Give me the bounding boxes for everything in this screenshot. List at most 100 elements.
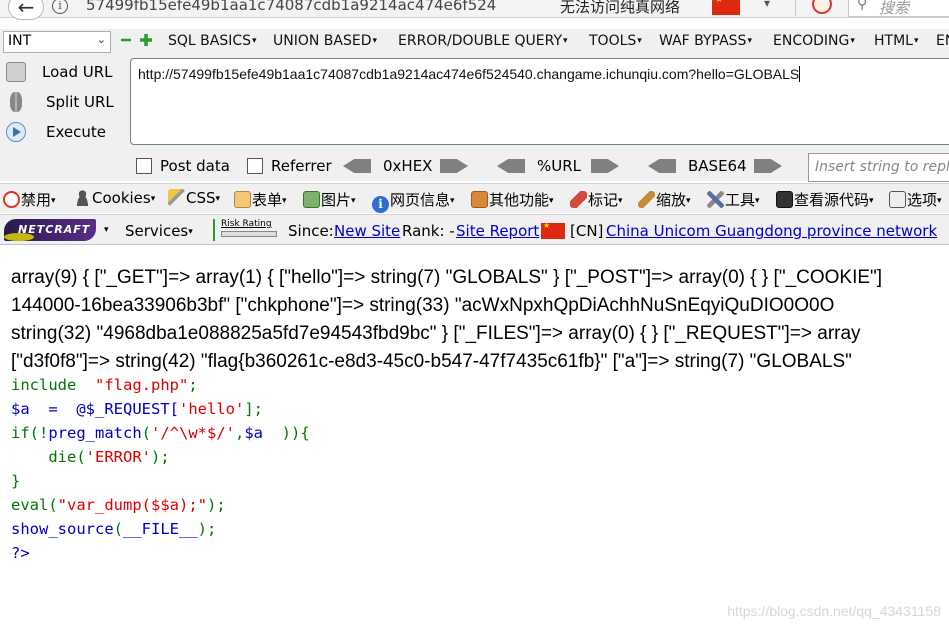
hex-label: 0xHEX (383, 157, 433, 175)
output-line: 144000-16bea33906b3bf" ["chkphone"]=> st… (11, 295, 835, 316)
network-link[interactable]: China Unicom Guangdong province network (606, 222, 937, 240)
code-line: if(!preg_match('/^\w*$/',$a )){ (11, 424, 310, 442)
url-label: %URL (537, 157, 582, 175)
hackbar-options: Post data Referrer 0xHEX %URL BASE64 Ins… (0, 152, 949, 182)
menu-sql-basics[interactable]: SQL BASICS▾ (168, 33, 257, 49)
toolbar-images[interactable]: 图片▾ (303, 189, 356, 210)
toolbar-options[interactable]: 选项▾ (889, 189, 942, 210)
execute-button[interactable]: Execute (4, 119, 124, 145)
resize-icon (638, 191, 655, 208)
since-link[interactable]: New Site (334, 222, 400, 240)
country-code: [CN] (570, 222, 604, 240)
menu-encoding[interactable]: ENCODING▾ (773, 33, 855, 49)
toolbar-outline[interactable]: 标记▾ (570, 189, 623, 210)
site-info-icon[interactable]: i (52, 0, 68, 14)
menu-union-based[interactable]: UNION BASED▾ (273, 33, 377, 49)
output-line: ["d3f0f8"]=> string(42) "flag{b360261c-e… (11, 351, 852, 372)
type-select[interactable]: INT ⌄ (3, 31, 111, 53)
site-report-link[interactable]: Site Report (456, 222, 539, 240)
load-url-icon (6, 62, 26, 82)
toolbar-tools[interactable]: 工具▾ (707, 189, 760, 210)
chevron-down-icon: ⌄ (96, 33, 106, 46)
netcraft-logo[interactable]: NETCRAFT (4, 219, 96, 241)
url-decode-arrow-icon[interactable] (497, 159, 525, 173)
menu-error-double-query[interactable]: ERROR/DOUBLE QUERY▾ (398, 33, 568, 49)
search-icon: ⚲ (857, 0, 868, 12)
menu-encryption[interactable]: EN (936, 33, 949, 49)
toolbar-page-info[interactable]: i 网页信息▾ (372, 189, 455, 213)
hex-decode-arrow-icon[interactable] (343, 159, 371, 173)
code-line: eval("var_dump($$a);"); (11, 496, 226, 514)
hex-encode-arrow-icon[interactable] (440, 159, 468, 173)
options-icon (889, 191, 906, 208)
risk-rating[interactable]: Risk Rating (213, 219, 279, 241)
forbid-icon (3, 191, 20, 208)
url-value: http://57499fb15efe49b1aa1c74087cdb1a921… (138, 66, 800, 82)
code-line: show_source(__FILE__); (11, 520, 217, 538)
php-source-code: include "flag.php"; $a = @$_REQUEST['hell… (11, 373, 310, 565)
toolbar-forms[interactable]: 表单▾ (234, 189, 287, 210)
output-line: array(9) { ["_GET"]=> array(1) { ["hello… (11, 267, 883, 288)
toolbar-view-source[interactable]: 查看源代码▾ (776, 189, 874, 210)
misc-icon (471, 191, 488, 208)
hackbar-menu: INT ⌄ SQL BASICS▾ UNION BASED▾ ERROR/DOU… (0, 29, 949, 55)
base64-decode-arrow-icon[interactable] (648, 159, 676, 173)
services-menu[interactable]: Services▾ (125, 222, 193, 240)
execute-icon (6, 122, 26, 142)
text-cursor (799, 66, 801, 82)
code-line: include "flag.php"; (11, 376, 198, 394)
code-line: } (11, 472, 21, 490)
base64-encode-arrow-icon[interactable] (754, 159, 782, 173)
post-data-checkbox[interactable] (136, 158, 152, 174)
increase-icon[interactable] (140, 34, 152, 46)
address-bar[interactable]: 57499fb15efe49b1aa1c74087cdb1a9214ac474e… (86, 0, 534, 14)
china-flag-icon (712, 0, 740, 15)
tools-icon (707, 191, 724, 208)
referrer-label: Referrer (271, 157, 332, 175)
referrer-checkbox[interactable] (247, 158, 263, 174)
execute-label: Execute (46, 123, 106, 141)
browser-navbar: ← i 57499fb15efe49b1aa1c74087cdb1a9214ac… (0, 0, 949, 20)
post-data-label: Post data (160, 157, 230, 175)
form-icon (234, 191, 251, 208)
web-developer-toolbar: 禁用▾ Cookies▾ CSS▾ 表单▾ 图片▾ i 网页信息▾ 其他功能▾ 标… (0, 183, 949, 213)
split-url-label: Split URL (46, 93, 114, 111)
risk-rating-bar (221, 231, 277, 237)
toolbar-css[interactable]: CSS▾ (168, 189, 220, 207)
chevron-down-icon[interactable]: ▾ (104, 225, 109, 235)
menu-tools[interactable]: TOOLS▾ (589, 33, 642, 49)
load-url-button[interactable]: Load URL (4, 59, 124, 85)
toolbar-resize[interactable]: 缩放▾ (638, 189, 691, 210)
china-flag-icon (541, 221, 565, 239)
page-status-text: 无法访问纯真网络 (560, 0, 681, 16)
output-line: string(32) "4968dba1e088825a5fd7e94543fb… (11, 323, 861, 344)
watermark: https://blog.csdn.net/qq_43431158 (727, 603, 941, 619)
decrease-icon[interactable] (121, 38, 131, 42)
split-url-button[interactable]: Split URL (4, 89, 124, 115)
url-encode-arrow-icon[interactable] (591, 159, 619, 173)
code-line: die('ERROR'); (11, 448, 170, 466)
type-select-value: INT (8, 33, 32, 49)
search-input[interactable]: ⚲ 搜索 (848, 0, 949, 17)
since-label: Since: (288, 222, 334, 240)
netcraft-toolbar: NETCRAFT ▾ Services▾ Risk Rating Since: … (0, 214, 949, 245)
menu-html[interactable]: HTML▾ (874, 33, 919, 49)
chevron-down-icon[interactable]: ▾ (764, 0, 770, 10)
toolbar-cookies[interactable]: Cookies▾ (74, 189, 155, 207)
url-textarea[interactable]: http://57499fb15efe49b1aa1c74087cdb1a921… (130, 58, 949, 145)
menu-waf-bypass[interactable]: WAF BYPASS▾ (659, 33, 752, 49)
divider (795, 0, 796, 16)
search-placeholder: 搜索 (879, 0, 910, 17)
insert-string-input[interactable]: Insert string to replace (808, 153, 949, 182)
marker-icon (570, 191, 587, 208)
back-button[interactable]: ← (8, 0, 44, 20)
toolbar-disable[interactable]: 禁用▾ (3, 189, 56, 210)
noscript-icon[interactable] (812, 0, 832, 14)
risk-rating-label: Risk Rating (221, 219, 272, 229)
image-icon (303, 191, 320, 208)
base64-label: BASE64 (688, 157, 747, 175)
pencil-icon (168, 189, 185, 206)
toolbar-misc[interactable]: 其他功能▾ (471, 189, 554, 210)
insert-string-placeholder: Insert string to replace (815, 159, 949, 175)
var-dump-output: array(9) { ["_GET"]=> array(1) { ["hello… (11, 264, 949, 376)
